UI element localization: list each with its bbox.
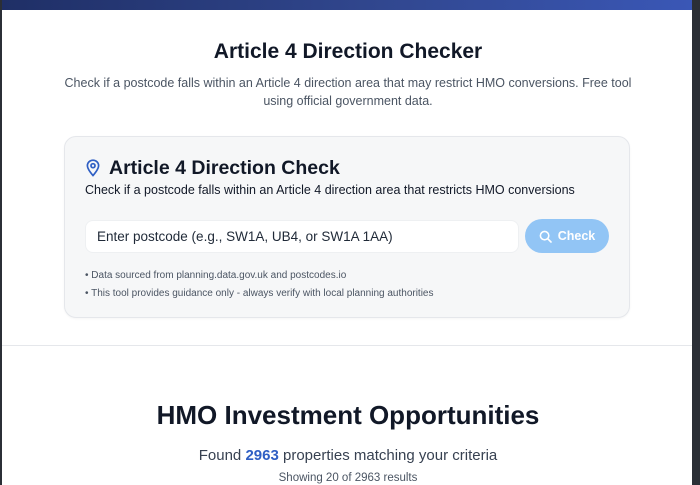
card-header: Article 4 Direction Check bbox=[85, 157, 340, 179]
card-title: Article 4 Direction Check bbox=[109, 156, 340, 179]
page-title: Article 4 Direction Checker bbox=[213, 40, 483, 63]
results-summary: Found 2963 properties matching your crit… bbox=[2, 447, 692, 464]
data-notes: • Data sourced from planning.data.gov.uk… bbox=[85, 267, 434, 303]
search-icon bbox=[539, 230, 552, 243]
check-button[interactable]: Check bbox=[525, 219, 609, 253]
window-edge bbox=[692, 0, 700, 485]
page-subtitle: Check if a postcode falls within an Arti… bbox=[64, 76, 632, 108]
section-title: HMO Investment Opportunities bbox=[156, 400, 540, 430]
card-subtitle: Check if a postcode falls within an Arti… bbox=[85, 183, 575, 197]
page: Article 4 Direction Checker Check if a p… bbox=[0, 0, 692, 485]
map-pin-icon bbox=[85, 159, 101, 177]
showing-count: Showing 20 of 2963 results bbox=[278, 472, 418, 484]
postcode-input-wrapper bbox=[85, 220, 519, 253]
note-item: • Data sourced from planning.data.gov.uk… bbox=[85, 270, 347, 281]
note-item: • This tool provides guidance only - alw… bbox=[85, 288, 434, 299]
check-button-label: Check bbox=[557, 229, 596, 243]
results-count: 2963 bbox=[245, 447, 279, 464]
section-divider bbox=[2, 345, 692, 346]
found-prefix: Found bbox=[198, 447, 242, 464]
header-bar bbox=[2, 0, 692, 10]
postcode-input[interactable] bbox=[86, 221, 518, 252]
article4-check-card: Article 4 Direction Check Check if a pos… bbox=[64, 136, 630, 318]
found-suffix: properties matching your criteria bbox=[283, 447, 498, 464]
